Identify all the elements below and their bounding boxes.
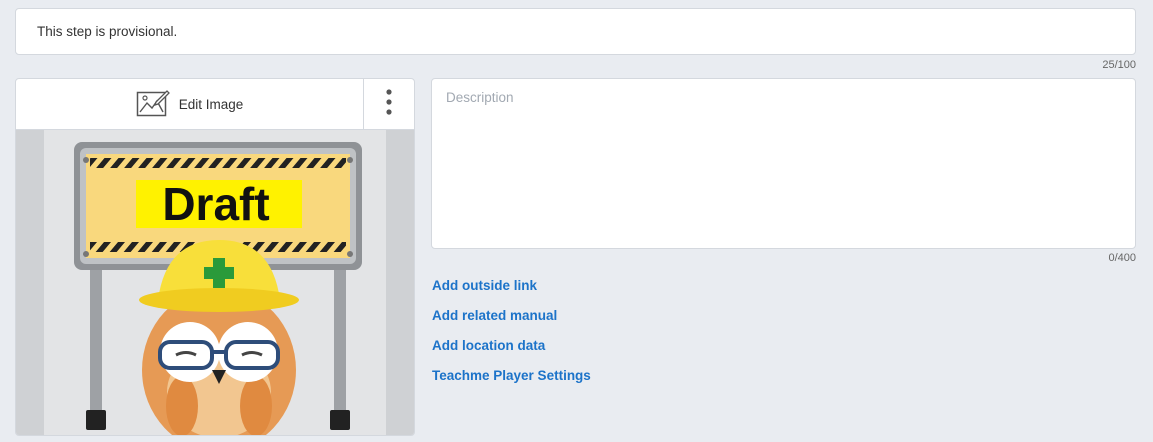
more-vertical-icon [386,88,392,120]
step-title-text: This step is provisional. [37,24,178,39]
edit-image-button[interactable]: Edit Image [16,79,363,129]
edit-image-icon [136,88,170,121]
image-toolbar: Edit Image [16,79,414,130]
add-location-data-link[interactable]: Add location data [432,338,545,353]
image-card: Edit Image Draft [15,78,415,436]
description-field[interactable] [431,78,1136,249]
draft-sign-text: Draft [162,178,269,230]
add-outside-link[interactable]: Add outside link [432,278,537,293]
title-char-counter: 25/100 [1102,59,1136,71]
description-char-counter: 0/400 [1108,252,1136,264]
step-image[interactable]: Draft [16,130,414,435]
more-options-button[interactable] [363,79,414,129]
step-title-field[interactable]: This step is provisional. [15,8,1136,55]
add-related-manual-link[interactable]: Add related manual [432,308,557,323]
teachme-player-settings-link[interactable]: Teachme Player Settings [432,368,591,383]
edit-image-label: Edit Image [178,96,244,112]
